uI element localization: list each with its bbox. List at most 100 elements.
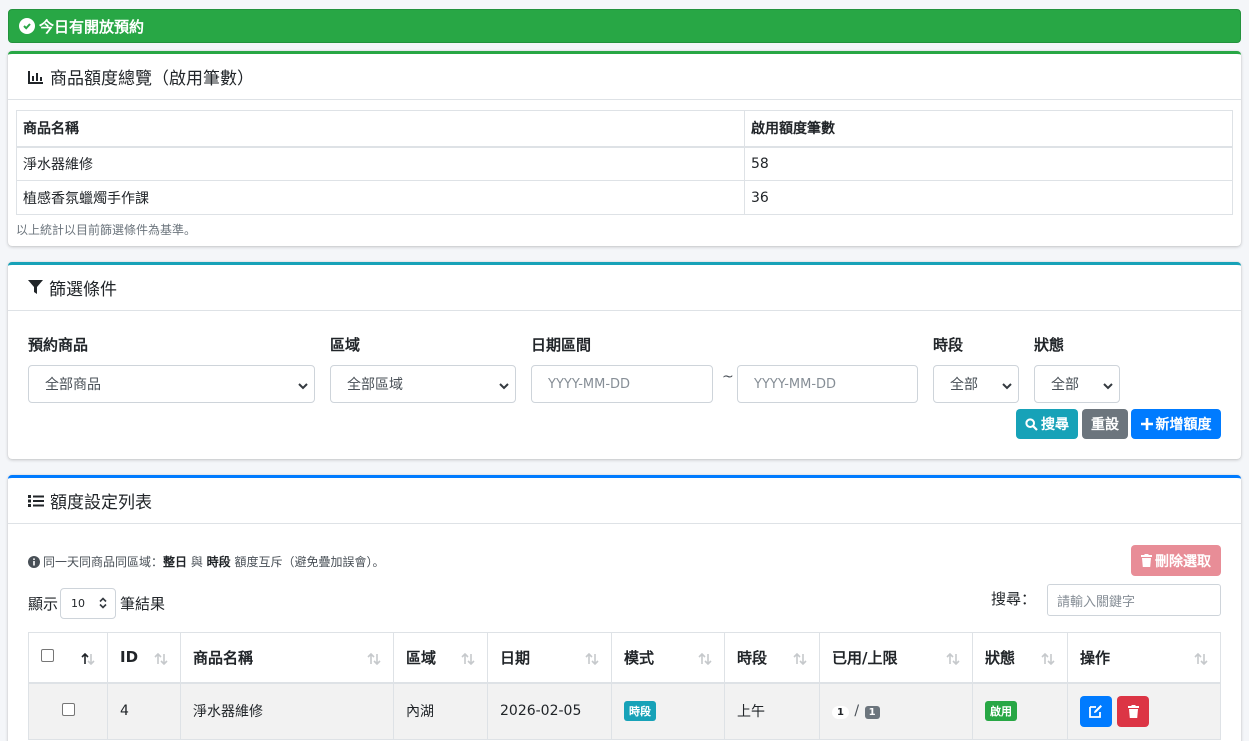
- show-suffix: 筆結果: [120, 595, 166, 613]
- col-status[interactable]: 狀態: [972, 632, 1068, 684]
- col-product[interactable]: 商品名稱: [180, 632, 394, 684]
- date-from-input[interactable]: YYYY-MM-DD: [531, 365, 713, 403]
- sort-icon[interactable]: [1194, 651, 1208, 669]
- chevron-down-icon: [1103, 379, 1113, 395]
- cell-mode: 時段: [611, 682, 725, 740]
- table-search-input[interactable]: 請輸入關鍵字: [1047, 584, 1221, 616]
- status-select[interactable]: 全部: [1034, 365, 1120, 403]
- used-count-badge: 1: [832, 706, 849, 720]
- product-select[interactable]: 全部商品: [28, 365, 315, 403]
- used-limit-separator: /: [854, 703, 860, 720]
- summary-cell: 58: [744, 146, 1233, 181]
- quota-list-card: 額度設定列表 同一天同商品同區域： 整日 與 時段 額度互斥（避免疊加誤會）。 刪…: [8, 475, 1241, 741]
- hint-full-day: 整日: [163, 555, 188, 569]
- add-quota-label: 新增額度: [1155, 417, 1212, 433]
- select-all-header[interactable]: [28, 632, 108, 684]
- col-id-label: ID: [120, 648, 139, 667]
- table-row: 植感香氛蠟燭手作課 36: [16, 180, 1233, 215]
- sort-icon[interactable]: [154, 651, 168, 669]
- edit-icon: [1089, 704, 1103, 719]
- product-label: 預約商品: [28, 336, 89, 354]
- hint-mid: 與: [187, 555, 207, 569]
- filter-card-header: 篩選條件: [8, 265, 1241, 311]
- trash-icon: [1141, 554, 1152, 567]
- sort-icon[interactable]: [793, 651, 807, 669]
- hint-period: 時段: [206, 555, 231, 569]
- search-button-label: 搜尋: [1041, 417, 1069, 433]
- chevron-down-icon: [1002, 379, 1012, 395]
- period-select-value: 全部: [950, 377, 978, 393]
- edit-button[interactable]: [1080, 695, 1112, 727]
- cell-date: 2026-02-05: [487, 682, 612, 740]
- col-id[interactable]: ID: [107, 632, 181, 684]
- row-checkbox[interactable]: [62, 702, 75, 716]
- table-row: 淨水器維修 58: [16, 146, 1233, 181]
- period-select[interactable]: 全部: [933, 365, 1019, 403]
- sort-select-icon: [99, 597, 107, 612]
- col-period-label: 時段: [737, 648, 768, 667]
- area-select[interactable]: 全部區域: [330, 365, 516, 403]
- cell-id: 4: [107, 682, 181, 740]
- summary-cell: 植感香氛蠟燭手作課: [16, 180, 745, 215]
- col-mode-label: 模式: [624, 648, 655, 667]
- sort-icon[interactable]: [461, 651, 475, 669]
- sort-icon[interactable]: [698, 651, 712, 669]
- col-area[interactable]: 區域: [393, 632, 488, 684]
- status-label: 狀態: [1034, 336, 1065, 354]
- status-badge: 啟用: [985, 701, 1017, 722]
- col-date[interactable]: 日期: [487, 632, 612, 684]
- plus-icon: [1140, 418, 1153, 430]
- cell-actions: [1067, 682, 1221, 740]
- col-used-limit[interactable]: 已用/上限: [819, 632, 973, 684]
- page-length-value: 10: [71, 597, 86, 610]
- summary-col-count: 啟用額度筆數: [744, 110, 1233, 148]
- reset-button[interactable]: 重設: [1082, 409, 1128, 439]
- table-row: 4 淨水器維修 內湖 2026-02-05 時段 上午 1 / 1 啟用: [28, 682, 1221, 740]
- table-search-label: 搜尋：: [991, 590, 1037, 608]
- product-select-value: 全部商品: [45, 377, 101, 393]
- search-icon: [1025, 417, 1038, 431]
- col-date-label: 日期: [500, 648, 531, 667]
- cell-used-limit: 1 / 1: [819, 682, 973, 740]
- filter-icon: [28, 280, 43, 295]
- summary-table: 商品名稱 啟用額度筆數 淨水器維修 58 植感香氛蠟燭手作課 36: [16, 110, 1233, 215]
- col-period[interactable]: 時段: [724, 632, 820, 684]
- area-label: 區域: [330, 336, 361, 354]
- area-select-value: 全部區域: [347, 377, 403, 393]
- sort-icon[interactable]: [585, 651, 599, 669]
- filter-card: 篩選條件 預約商品 全部商品 區域 全部區域 日期區間 YYYY-MM-DD ~…: [8, 262, 1241, 459]
- col-area-label: 區域: [406, 648, 437, 667]
- sort-icon[interactable]: [1041, 651, 1055, 669]
- col-mode[interactable]: 模式: [611, 632, 725, 684]
- hint-suffix: 額度互斥（避免疊加誤會）。: [230, 555, 385, 569]
- list-card-header: 額度設定列表: [8, 478, 1241, 524]
- summary-cell: 淨水器維修: [16, 146, 745, 181]
- mode-badge: 時段: [624, 701, 656, 722]
- sort-icon[interactable]: [81, 651, 95, 669]
- bar-chart-icon: [28, 70, 44, 84]
- bulk-delete-button[interactable]: 刪除選取: [1131, 545, 1221, 576]
- col-status-label: 狀態: [985, 648, 1016, 667]
- list-icon: [28, 494, 44, 508]
- mutex-hint: 同一天同商品同區域： 整日 與 時段 額度互斥（避免疊加誤會）。: [28, 553, 385, 570]
- sort-icon[interactable]: [367, 651, 381, 669]
- search-button[interactable]: 搜尋: [1016, 409, 1078, 439]
- hint-prefix: 同一天同商品同區域：: [43, 555, 164, 569]
- delete-button[interactable]: [1117, 695, 1150, 727]
- table-header-row: ID 商品名稱 區域 日期 模式 時段 已用/上限 狀態 操作: [28, 632, 1221, 684]
- sort-icon[interactable]: [946, 651, 960, 669]
- alert-text: 今日有開放預約: [39, 17, 145, 36]
- cell-product: 淨水器維修: [180, 682, 394, 740]
- add-quota-button[interactable]: 新增額度: [1131, 409, 1221, 439]
- page-length-select[interactable]: 10: [60, 588, 117, 619]
- summary-cell: 36: [744, 180, 1233, 215]
- select-all-checkbox[interactable]: [41, 649, 54, 663]
- chevron-down-icon: [298, 379, 308, 395]
- summary-col-product: 商品名稱: [16, 110, 745, 148]
- summary-note: 以上統計以目前篩選條件為基準。: [16, 223, 197, 237]
- date-separator: ~: [722, 369, 734, 385]
- cell-status: 啟用: [972, 682, 1068, 740]
- check-circle-icon: [19, 18, 35, 34]
- date-to-input[interactable]: YYYY-MM-DD: [737, 365, 918, 403]
- col-actions[interactable]: 操作: [1067, 632, 1221, 684]
